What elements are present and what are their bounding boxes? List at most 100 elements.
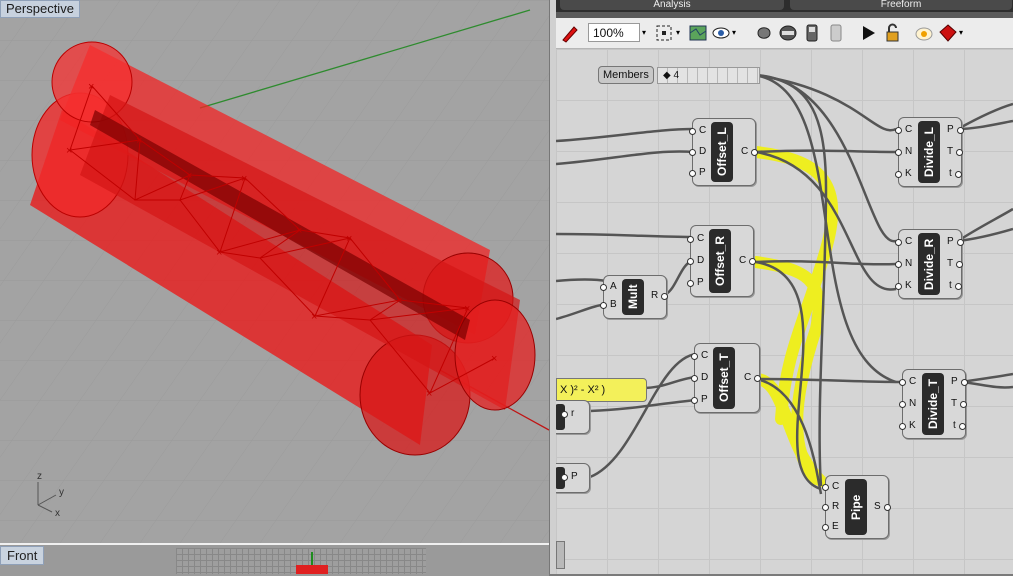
offset-r-title: Offset_R [709,229,731,293]
canvas-scroll-handle[interactable] [556,541,565,569]
cluster-icon[interactable] [778,23,798,43]
zoom-dropdown-icon[interactable]: ▾ [642,23,650,43]
partial-component-r[interactable]: r [556,400,590,434]
mult-input-a[interactable]: A [600,281,617,292]
tab-freeform[interactable]: Freeform [790,0,1012,10]
front-viewport-title[interactable]: Front [0,546,45,565]
ribbon-tab-bar: Analysis Freeform [556,0,1013,12]
divide-r-title: Divide_R [918,233,940,295]
tab-analysis[interactable]: Analysis [560,0,784,10]
ruby-dropdown-icon[interactable]: ▾ [959,23,967,43]
front-y-axis [311,552,313,566]
expression-panel[interactable]: X )² - X² ) [556,378,647,402]
divide-t-input-k[interactable]: K [899,420,916,431]
offset-r-output-c[interactable]: C [739,255,757,266]
pipe-input-e[interactable]: E [822,521,839,532]
offset-r-component[interactable]: C D P Offset_R C [686,225,757,297]
divide-t-title: Divide_T [922,373,944,435]
axis-z-label: z [37,471,42,482]
offset-r-input-p[interactable]: P [687,277,704,288]
zoom-extents-dropdown-icon[interactable]: ▾ [676,23,684,43]
bake-icon[interactable] [914,23,934,43]
mult-output-r[interactable]: R [651,290,669,301]
ruby-icon[interactable] [938,23,958,43]
svg-text:×: × [311,311,317,323]
pipe-title: Pipe [845,479,867,535]
mult-input-b[interactable]: B [600,299,617,310]
offset-t-title: Offset_T [713,347,735,409]
canvas-toolbar: 100% ▾ ▾ ▾ ▾ [556,18,1013,49]
members-slider[interactable]: Members ◆ 4 [596,64,760,84]
divide-t-output-p[interactable]: P [951,376,967,387]
divide-r-output-t-lower[interactable]: t [949,280,961,291]
axis-y-label: y [59,487,64,498]
mult-component[interactable]: A B Mult R [600,275,669,319]
zoom-extents-icon[interactable] [654,23,674,43]
svg-text:×: × [396,295,402,307]
svg-text:×: × [296,225,302,237]
divide-r-output-t[interactable]: T [947,258,964,269]
divide-t-input-c[interactable]: C [898,376,916,387]
viewport-title[interactable]: Perspective [0,0,80,18]
divide-r-input-k[interactable]: K [895,280,912,291]
pipe-output-s[interactable]: S [874,501,890,512]
offset-t-input-c[interactable]: C [690,350,708,361]
offset-l-component[interactable]: C D P Offset_L C [688,118,759,186]
divide-l-output-t-lower[interactable]: t [949,168,961,179]
svg-text:×: × [136,135,142,147]
divide-l-input-n[interactable]: N [894,146,912,157]
partial-r-output[interactable]: r [559,408,574,419]
offset-l-input-d[interactable]: D [688,146,706,157]
pipe-input-c[interactable]: C [821,481,839,492]
solve-play-icon[interactable] [858,23,878,43]
zoom-field[interactable]: 100% [588,23,640,42]
grasshopper-editor: Analysis Freeform 100% ▾ ▾ ▾ ▾ Members ◆… [556,0,1013,574]
offset-l-input-c[interactable]: C [688,125,706,136]
divide-t-output-t-lower[interactable]: t [953,420,965,431]
offset-r-input-d[interactable]: D [686,255,704,266]
viewport-scene[interactable]: × × × × × × × × × × × × × [0,0,549,543]
divide-t-component[interactable]: C N K Divide_T P T t [898,369,968,439]
offset-t-component[interactable]: C D P Offset_T C [690,343,762,413]
divide-l-component[interactable]: C N K Divide_L P T t [894,117,964,187]
divide-l-output-p[interactable]: P [947,124,963,135]
preview-eye-icon[interactable] [711,23,731,43]
offset-t-input-p[interactable]: P [691,394,708,405]
svg-text:×: × [241,173,247,185]
mult-title: Mult [622,279,644,315]
divide-r-output-p[interactable]: P [947,236,963,247]
divide-t-output-t[interactable]: T [951,398,968,409]
partial-component-p[interactable]: P [556,463,590,493]
divide-l-output-t[interactable]: T [947,146,964,157]
map-view-icon[interactable] [688,23,708,43]
definition-canvas[interactable]: Members ◆ 4 C D P Offset_L C C D P Offse… [556,49,1013,574]
svg-text:×: × [464,303,470,315]
divide-l-input-k[interactable]: K [895,168,912,179]
pipe-component[interactable]: C R E Pipe S [821,475,890,539]
divide-r-component[interactable]: C N K Divide_R P T t [894,229,964,299]
offset-r-input-c[interactable]: C [686,233,704,244]
pipe-input-r[interactable]: R [821,501,839,512]
offset-l-output-c[interactable]: C [741,146,759,157]
lock-solver-icon[interactable] [882,23,902,43]
svg-text:×: × [88,81,94,93]
svg-text:×: × [66,145,72,157]
sketch-pen-icon[interactable] [560,23,580,43]
members-slider-value[interactable]: ◆ 4 [657,67,760,84]
group-blob-icon[interactable] [754,23,774,43]
front-geometry [296,565,328,574]
enable-icon[interactable] [802,23,822,43]
offset-l-input-p[interactable]: P [689,167,706,178]
divide-r-input-c[interactable]: C [894,236,912,247]
members-label: Members [598,66,654,84]
svg-text:×: × [186,170,192,182]
offset-t-input-d[interactable]: D [690,372,708,383]
divide-l-input-c[interactable]: C [894,124,912,135]
divide-r-input-n[interactable]: N [894,258,912,269]
partial-p-output[interactable]: P [561,471,578,482]
offset-t-output-c[interactable]: C [744,372,762,383]
disable-icon[interactable] [826,23,846,43]
divide-t-input-n[interactable]: N [898,398,916,409]
preview-dropdown-icon[interactable]: ▾ [732,23,740,43]
perspective-viewport[interactable]: × × × × × × × × × × × × × Perspective z y x [0,0,549,543]
